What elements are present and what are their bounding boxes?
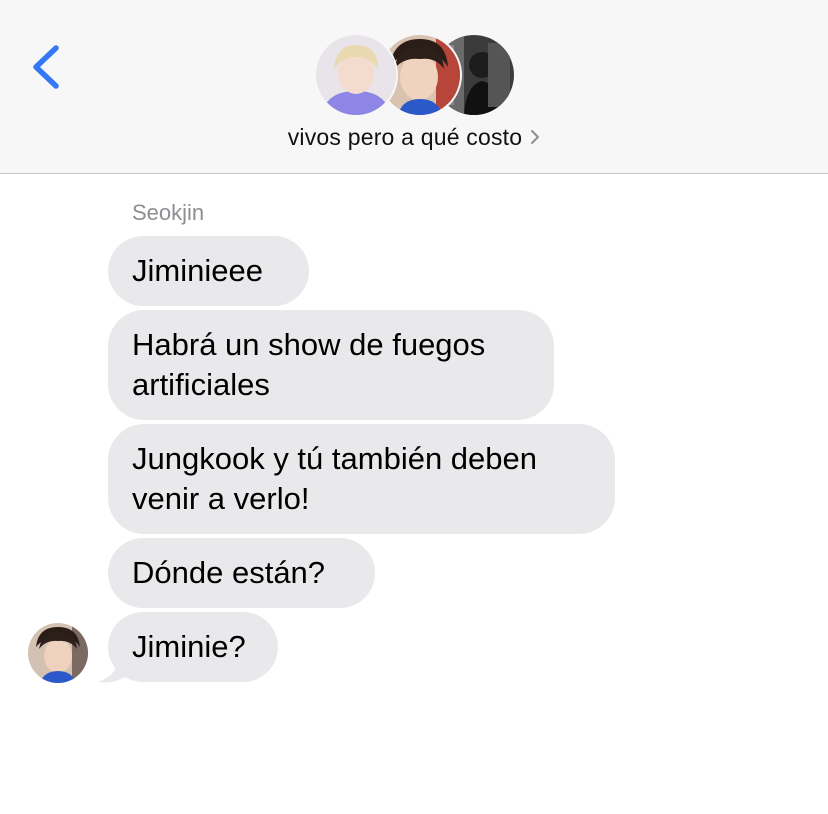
message-line: Jungkook y tú también deben	[132, 441, 537, 476]
message-line: venir a verlo!	[132, 481, 310, 516]
sender-name: Seokjin	[132, 200, 205, 225]
sender-avatar[interactable]	[28, 623, 88, 683]
message-line: Habrá un show de fuegos	[132, 327, 486, 362]
message-bubble[interactable]: Dónde están?	[108, 538, 375, 608]
back-button[interactable]	[28, 42, 68, 92]
group-title-button[interactable]: vivos pero a qué costo	[0, 124, 828, 151]
conversation-header: vivos pero a qué costo	[0, 0, 828, 174]
message-bubble[interactable]: Habrá un show de fuegos artificiales	[108, 310, 554, 420]
message-line: Jiminie?	[132, 629, 246, 664]
group-title: vivos pero a qué costo	[287, 124, 523, 150]
message-line: artificiales	[132, 367, 270, 402]
participant-avatar-jimin	[314, 33, 398, 117]
group-avatars[interactable]	[312, 33, 517, 117]
message-bubble[interactable]: Jiminie?	[108, 612, 278, 682]
message-line: Jiminieee	[132, 253, 263, 288]
message-bubble[interactable]: Jungkook y tú también deben venir a verl…	[108, 424, 615, 534]
message-bubble[interactable]: Jiminieee	[108, 236, 309, 306]
message-line: Dónde están?	[132, 555, 326, 590]
chevron-left-icon	[33, 45, 59, 89]
chevron-right-icon	[531, 129, 540, 144]
